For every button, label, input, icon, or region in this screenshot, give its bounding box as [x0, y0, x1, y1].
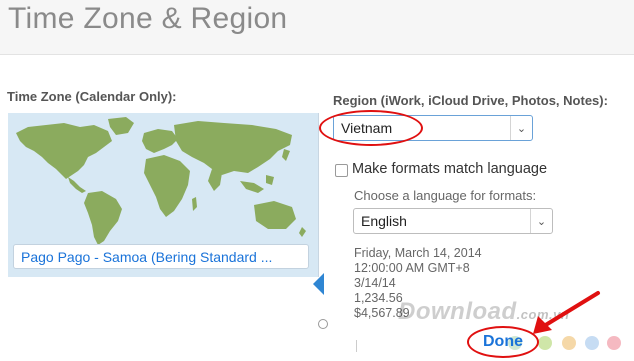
- map-handle-icon[interactable]: [318, 319, 328, 329]
- page-title: Time Zone & Region: [8, 2, 288, 35]
- annotation-circle-done: [467, 326, 539, 358]
- color-dot: [562, 336, 576, 350]
- watermark: Download.com.vn: [398, 298, 569, 326]
- region-label: Region (iWork, iCloud Drive, Photos, Not…: [333, 93, 608, 108]
- color-dot: [585, 336, 599, 350]
- color-dot: [607, 336, 621, 350]
- sample-date: Friday, March 14, 2014: [354, 246, 482, 260]
- world-map[interactable]: Pago Pago - Samoa (Bering Standard ...: [8, 113, 328, 329]
- annotation-circle-region: [319, 110, 423, 146]
- header-bar: Time Zone & Region: [0, 0, 634, 55]
- language-value: English: [361, 213, 407, 229]
- choose-language-label: Choose a language for formats:: [354, 188, 537, 203]
- match-language-label: Make formats match language: [352, 161, 548, 177]
- divider: [356, 340, 357, 352]
- watermark-text: Download: [398, 298, 517, 325]
- map-pointer-icon: [313, 273, 324, 295]
- sample-number: 1,234.56: [354, 291, 403, 305]
- match-language-checkbox[interactable]: [335, 164, 348, 177]
- watermark-suffix: .com.vn: [516, 307, 570, 322]
- color-dot: [538, 336, 552, 350]
- time-zone-selector[interactable]: Pago Pago - Samoa (Bering Standard ...: [13, 244, 309, 269]
- time-zone-label: Time Zone (Calendar Only):: [7, 89, 177, 104]
- chevron-down-icon: ⌄: [530, 209, 552, 233]
- language-select[interactable]: English ⌄: [353, 208, 553, 234]
- sample-short-date: 3/14/14: [354, 276, 396, 290]
- sample-time: 12:00:00 AM GMT+8: [354, 261, 470, 275]
- chevron-down-icon: ⌄: [510, 116, 532, 140]
